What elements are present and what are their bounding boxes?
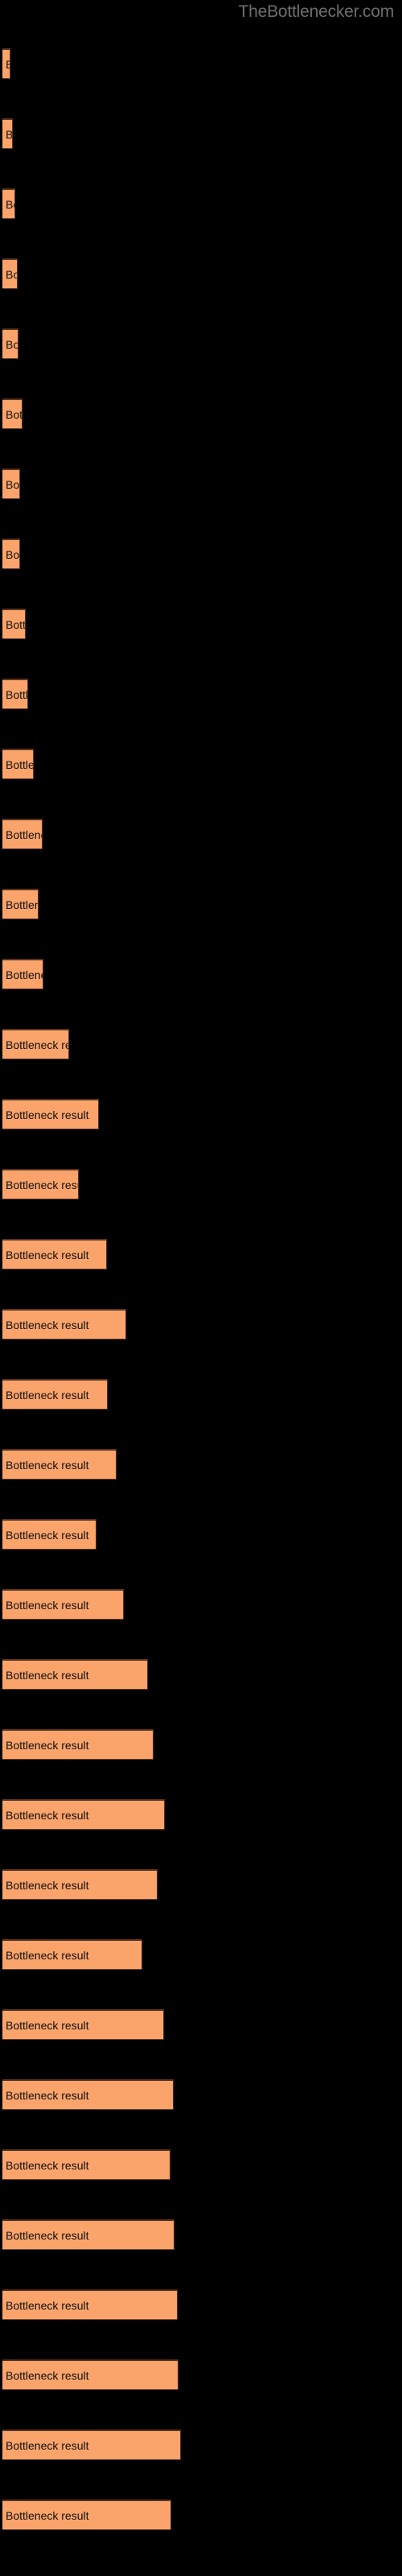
- bar[interactable]: Bottleneck result: [2, 1379, 108, 1410]
- bar-label: Bottleneck result: [6, 58, 10, 71]
- bar[interactable]: Bottleneck result: [2, 679, 28, 709]
- bar[interactable]: Bottleneck result: [2, 2429, 181, 2460]
- bar-label: Bottleneck result: [6, 1878, 89, 1892]
- bar[interactable]: Bottleneck result: [2, 2500, 171, 2530]
- bar-label: Bottleneck result: [6, 898, 38, 911]
- bar-label: Bottleneck result: [6, 687, 28, 701]
- bar[interactable]: Bottleneck result: [2, 1519, 96, 1550]
- bar[interactable]: Bottleneck result: [2, 188, 15, 219]
- bar-label: Bottleneck result: [6, 2018, 89, 2032]
- bar-label: Bottleneck result: [6, 1598, 89, 1612]
- bar[interactable]: Bottleneck result: [2, 1309, 126, 1340]
- bar-label: Bottleneck result: [6, 1738, 89, 1752]
- bar[interactable]: Bottleneck result: [2, 959, 43, 989]
- bar-label: Bottleneck result: [6, 127, 13, 141]
- bar[interactable]: Bottleneck result: [2, 1939, 142, 1970]
- bar-label: Bottleneck result: [6, 197, 14, 211]
- bar-label: Bottleneck result: [6, 1388, 89, 1402]
- bar-label: Bottleneck result: [6, 617, 26, 631]
- bottleneck-chart-page: TheBottlenecker.com Bottleneck resultBot…: [0, 0, 402, 2576]
- bar-label: Bottleneck result: [6, 1108, 89, 1121]
- bar[interactable]: Bottleneck result: [2, 469, 20, 499]
- bar-label: Bottleneck result: [6, 1528, 89, 1542]
- bar[interactable]: Bottleneck result: [2, 1169, 79, 1199]
- bar-label: Bottleneck result: [6, 968, 43, 981]
- bar-label: Bottleneck result: [6, 2158, 89, 2172]
- bar[interactable]: Bottleneck result: [2, 2079, 174, 2110]
- bar-label: Bottleneck result: [6, 1668, 89, 1682]
- bar-label: Bottleneck result: [6, 1038, 68, 1051]
- bar[interactable]: Bottleneck result: [2, 539, 20, 569]
- bar[interactable]: Bottleneck result: [2, 889, 39, 919]
- bar[interactable]: Bottleneck result: [2, 328, 18, 359]
- bar-label: Bottleneck result: [6, 1458, 89, 1472]
- bar-chart: Bottleneck result Bottleneck result Bottle…: [0, 0, 402, 2576]
- bar-label: Bottleneck result: [6, 1948, 89, 1962]
- bar-label: Bottleneck result: [6, 337, 18, 351]
- bar[interactable]: Bottleneck result: [2, 1869, 158, 1900]
- bar[interactable]: Bottleneck result: [2, 2219, 174, 2250]
- bar-label: Bottleneck result: [6, 407, 23, 421]
- bar-label: Bottleneck result: [6, 2508, 89, 2522]
- bar[interactable]: Bottleneck result: [2, 2359, 178, 2390]
- bar[interactable]: Bottleneck result: [2, 1029, 69, 1059]
- bar[interactable]: Bottleneck result: [2, 1449, 117, 1480]
- bar-label: Bottleneck result: [6, 828, 42, 841]
- bar-label: Bottleneck result: [6, 2438, 89, 2452]
- bar-label: Bottleneck result: [6, 267, 17, 281]
- bar-label: Bottleneck result: [6, 477, 20, 491]
- bar[interactable]: Bottleneck result: [2, 2289, 178, 2320]
- bar[interactable]: Bottleneck result: [2, 1729, 154, 1760]
- bar-label: Bottleneck result: [6, 1178, 78, 1191]
- bar-label: Bottleneck result: [6, 758, 33, 771]
- bar-label: Bottleneck result: [6, 1808, 89, 1822]
- bar-label: Bottleneck result: [6, 2088, 89, 2102]
- bar[interactable]: Bottleneck result: [2, 1659, 148, 1690]
- bar[interactable]: Bottleneck result: [2, 48, 10, 79]
- bar[interactable]: Bottleneck result: [2, 819, 43, 849]
- bar-label: Bottleneck result: [6, 1318, 89, 1331]
- bar-label: Bottleneck result: [6, 2298, 89, 2312]
- bar[interactable]: Bottleneck result: [2, 398, 23, 429]
- bar-label: Bottleneck result: [6, 2228, 89, 2242]
- bar[interactable]: Bottleneck result: [2, 609, 26, 639]
- bar[interactable]: Bottleneck result: [2, 1099, 99, 1129]
- bar[interactable]: Bottleneck result: [2, 1799, 165, 1830]
- bar[interactable]: Bottleneck result: [2, 749, 34, 779]
- bar[interactable]: Bottleneck result: [2, 2149, 170, 2180]
- bar[interactable]: Bottleneck result: [2, 258, 18, 289]
- bar[interactable]: Bottleneck result: [2, 118, 13, 149]
- bar-label: Bottleneck result: [6, 547, 20, 561]
- bar-label: Bottleneck result: [6, 2368, 89, 2382]
- bar[interactable]: Bottleneck result: [2, 1239, 107, 1269]
- bar[interactable]: Bottleneck result: [2, 2009, 164, 2040]
- bar-label: Bottleneck result: [6, 1248, 89, 1261]
- bar[interactable]: Bottleneck result: [2, 1589, 124, 1620]
